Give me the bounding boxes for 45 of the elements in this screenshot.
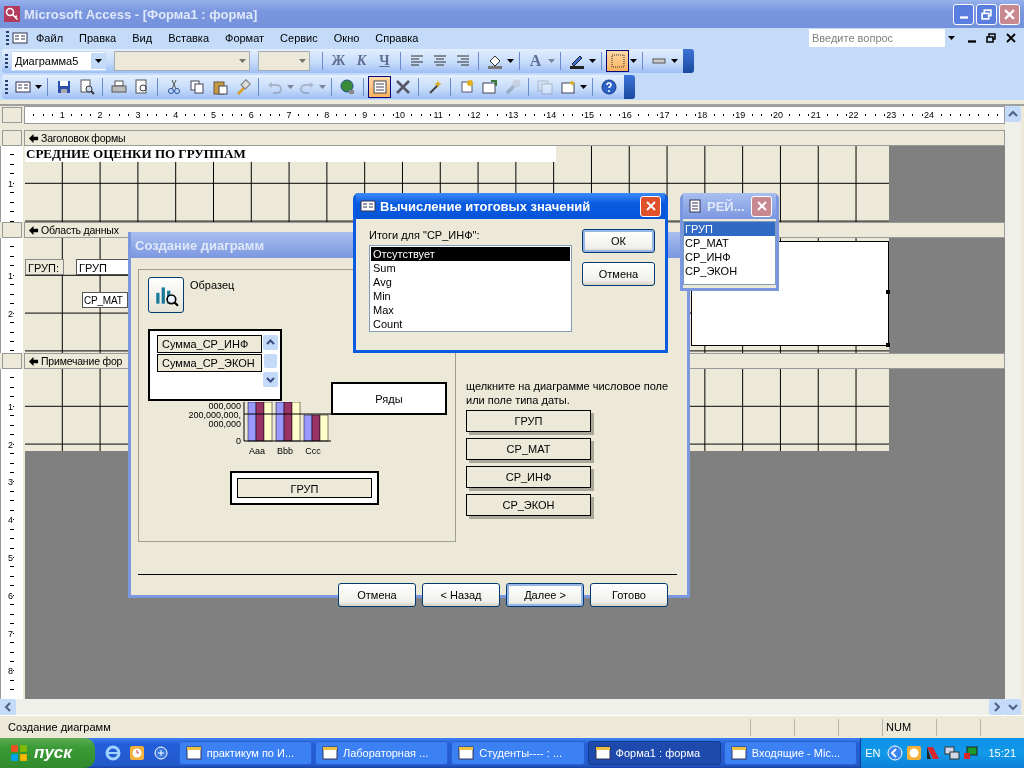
- ruler-number: 12: [469, 110, 482, 120]
- ruler-number: 17: [658, 110, 671, 120]
- section-title: Область данных: [41, 224, 119, 236]
- num-lock-indicator: NUM: [882, 718, 936, 736]
- axis-label: 000,000: [208, 402, 241, 411]
- ruler-number: 19: [734, 110, 747, 120]
- ruler-number: 10: [393, 110, 406, 120]
- ruler-number: 15: [582, 110, 595, 120]
- axis-label: 0: [236, 437, 241, 446]
- axis-label: Bbb: [276, 446, 294, 456]
- ruler-number: 7: [285, 110, 293, 120]
- ruler-number: 6: [247, 110, 255, 120]
- ruler-number: 9: [361, 110, 369, 120]
- ruler-number: 5: [209, 110, 217, 120]
- ruler-number: 16: [620, 110, 633, 120]
- ruler-number: 18: [696, 110, 709, 120]
- ruler-number: 1: [58, 110, 66, 120]
- window-title: Создание диаграмм: [135, 237, 265, 253]
- ruler-number: 22: [847, 110, 860, 120]
- ruler-number: 2: [96, 110, 104, 120]
- section-title: Примечание фор: [41, 355, 123, 367]
- ruler-number: 13: [507, 110, 520, 120]
- axis-label: 000,000: [208, 420, 241, 429]
- ruler-number: 4: [172, 110, 180, 120]
- window-title: Вычисление итоговых значений: [380, 198, 591, 214]
- ruler-number: 11: [432, 110, 444, 120]
- ruler-number: 20: [771, 110, 784, 120]
- ruler-number: 24: [923, 110, 936, 120]
- axis-label: 200,000,000,: [188, 411, 241, 420]
- status-text: Создание диаграмм: [7, 721, 111, 733]
- hint-text: щелкните на диаграмме числовое поле или поле типа даты.: [466, 379, 670, 407]
- ruler-number: 8: [323, 110, 331, 120]
- window-title: РЕЙ...: [707, 198, 745, 214]
- ruler-number: 5: [8, 552, 13, 564]
- ruler-number: 21: [809, 110, 822, 120]
- axis-label: Aaa: [248, 446, 266, 456]
- ruler-number: 3: [134, 110, 142, 120]
- ruler-number: 14: [545, 110, 558, 120]
- clock: 15:21: [988, 747, 1016, 759]
- window-title: Microsoft Access - [Форма1 : форма]: [24, 6, 259, 22]
- axis-label: Ccc: [304, 446, 322, 456]
- sample-label: Образец: [190, 279, 235, 291]
- ruler-number: 23: [885, 110, 898, 120]
- section-title: Заголовок формы: [41, 132, 126, 144]
- list-label: Итоги для "СР_ИНФ":: [369, 229, 481, 241]
